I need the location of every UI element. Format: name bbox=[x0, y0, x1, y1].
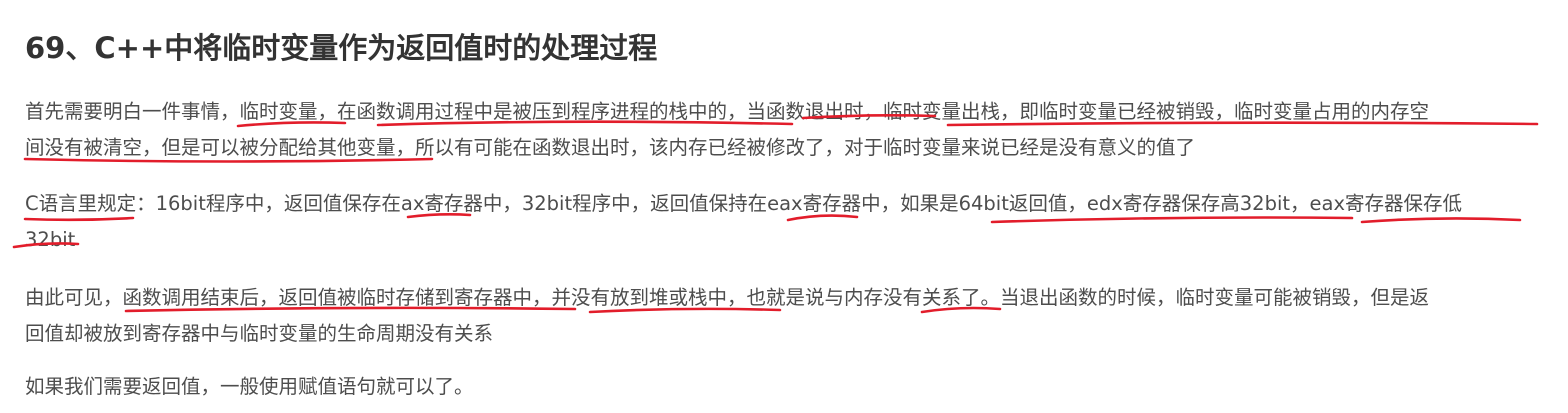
paragraph-line: 间没有被清空，但是可以被分配给其他变量，所以有可能在函数退出时，该内存已经被修改… bbox=[25, 136, 1196, 159]
paragraph-line: C语言里规定：16bit程序中，返回值保存在ax寄存器中，32bit程序中，返回… bbox=[25, 192, 1463, 215]
article-title: 69、C++中将临时变量作为返回值时的处理过程 bbox=[25, 31, 658, 65]
paragraph-conclusion: 由此可见，函数调用结束后，返回值被临时存储到寄存器中，并没有放到堆或栈中，也就是… bbox=[25, 280, 1429, 352]
paragraph-line: 由此可见，函数调用结束后，返回值被临时存储到寄存器中，并没有放到堆或栈中，也就是… bbox=[25, 286, 1430, 309]
paragraph-line: 首先需要明白一件事情，临时变量，在函数调用过程中是被压到程序进程的栈中的，当函数… bbox=[25, 100, 1430, 123]
paragraph-c-register-rules: C语言里规定：16bit程序中，返回值保存在ax寄存器中，32bit程序中，返回… bbox=[25, 186, 1462, 258]
paragraph-line: 回值却被放到寄存器中与临时变量的生命周期没有关系 bbox=[25, 322, 494, 345]
paragraph-temp-variable-stack: 首先需要明白一件事情，临时变量，在函数调用过程中是被压到程序进程的栈中的，当函数… bbox=[25, 94, 1429, 166]
paragraph-line: 如果我们需要返回值，一般使用赋值语句就可以了。 bbox=[25, 375, 474, 398]
paragraph-assignment-tip: 如果我们需要返回值，一般使用赋值语句就可以了。 bbox=[25, 369, 474, 405]
paragraph-line: 32bit bbox=[25, 228, 76, 251]
article-content: 69、C++中将临时变量作为返回值时的处理过程 首先需要明白一件事情，临时变量，… bbox=[0, 0, 1568, 413]
